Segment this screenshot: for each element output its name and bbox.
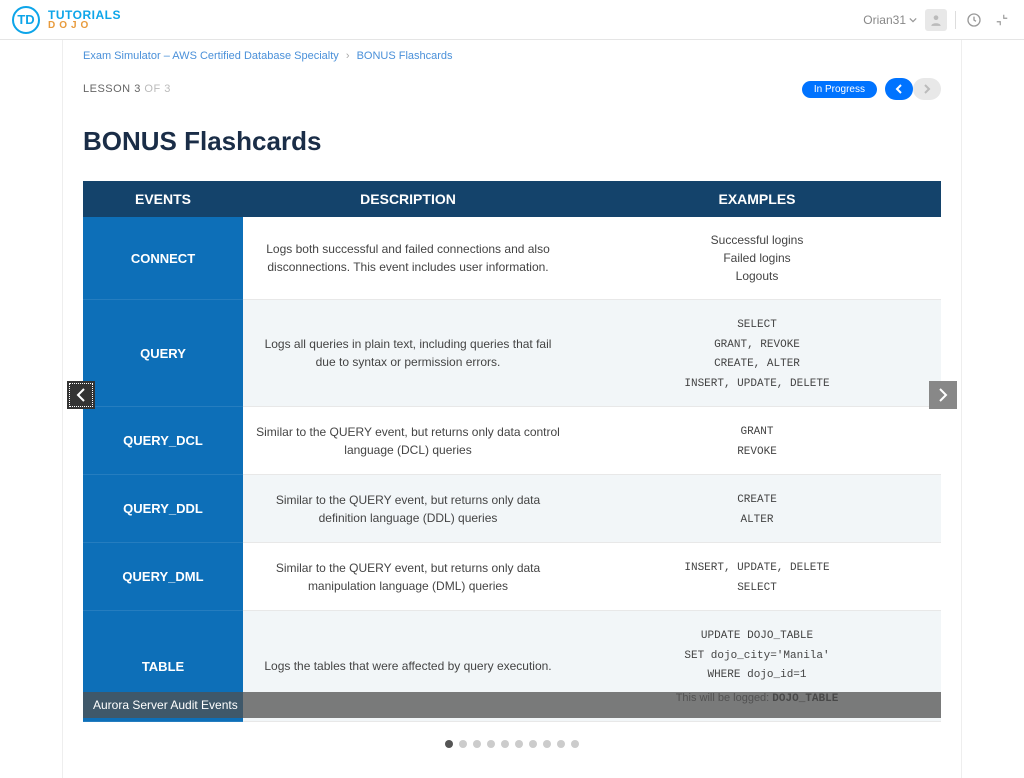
- event-examples: CREATEALTER: [573, 475, 941, 543]
- slider-dot[interactable]: [557, 740, 565, 748]
- event-name: QUERY_DDL: [83, 475, 243, 543]
- event-examples: Successful loginsFailed loginsLogouts: [573, 217, 941, 300]
- chevron-right-icon: [922, 84, 932, 94]
- slider-dot[interactable]: [445, 740, 453, 748]
- chevron-left-icon: [75, 388, 87, 402]
- table-row: QUERY_DMLSimilar to the QUERY event, but…: [83, 543, 941, 611]
- username-label: Orian31: [863, 13, 906, 27]
- page-title: BONUS Flashcards: [63, 118, 961, 181]
- slider-dot[interactable]: [529, 740, 537, 748]
- event-description: Similar to the QUERY event, but returns …: [243, 407, 573, 475]
- divider: [955, 11, 956, 29]
- lesson-indicator: LESSON 3 OF 3: [83, 83, 171, 95]
- slider-dot[interactable]: [473, 740, 481, 748]
- topbar: TD TUTORIALS DOJO Orian31: [0, 0, 1024, 40]
- user-dropdown[interactable]: Orian31: [863, 13, 917, 27]
- lesson-of: OF 3: [144, 83, 170, 95]
- logo[interactable]: TD TUTORIALS DOJO: [12, 6, 121, 34]
- col-header-examples: EXAMPLES: [573, 181, 941, 217]
- table-row: QUERYLogs all queries in plain text, inc…: [83, 300, 941, 407]
- user-menu-group: Orian31: [863, 9, 1012, 31]
- table-row: QUERY_DDLSimilar to the QUERY event, but…: [83, 475, 941, 543]
- content-frame: Exam Simulator – AWS Certified Database …: [62, 40, 962, 778]
- user-icon: [929, 13, 943, 27]
- chevron-right-icon: [937, 388, 949, 402]
- lesson-current: 3: [134, 83, 141, 95]
- next-lesson-button: [913, 78, 941, 100]
- clock-icon: [966, 12, 982, 28]
- event-description: Logs all queries in plain text, includin…: [243, 300, 573, 407]
- col-header-events: EVENTS: [83, 181, 243, 217]
- status-badge: In Progress: [802, 81, 877, 98]
- slider-dot[interactable]: [459, 740, 467, 748]
- prev-lesson-button[interactable]: [885, 78, 913, 100]
- chevron-down-icon: [909, 16, 917, 24]
- logo-text-bottom: DOJO: [48, 21, 121, 31]
- event-description: Similar to the QUERY event, but returns …: [243, 475, 573, 543]
- slider-dot[interactable]: [487, 740, 495, 748]
- logo-circle-icon: TD: [12, 6, 40, 34]
- lesson-nav: In Progress: [802, 78, 941, 100]
- avatar[interactable]: [925, 9, 947, 31]
- event-name: QUERY: [83, 300, 243, 407]
- history-button[interactable]: [964, 10, 984, 30]
- event-examples: INSERT, UPDATE, DELETESELECT: [573, 543, 941, 611]
- slider-prev-button[interactable]: [67, 381, 95, 409]
- event-name: QUERY_DML: [83, 543, 243, 611]
- slider-dot[interactable]: [515, 740, 523, 748]
- event-examples: GRANTREVOKE: [573, 407, 941, 475]
- event-name: CONNECT: [83, 217, 243, 300]
- breadcrumb: Exam Simulator – AWS Certified Database …: [63, 40, 961, 68]
- event-name: QUERY_DCL: [83, 407, 243, 475]
- event-examples: SELECTGRANT, REVOKECREATE, ALTERINSERT, …: [573, 300, 941, 407]
- flashcard-table: EVENTS DESCRIPTION EXAMPLES CONNECTLogs …: [83, 181, 941, 722]
- col-header-description: DESCRIPTION: [243, 181, 573, 217]
- slider-dots: [63, 722, 961, 778]
- collapse-button[interactable]: [992, 10, 1012, 30]
- slider-dot[interactable]: [571, 740, 579, 748]
- lesson-bar: LESSON 3 OF 3 In Progress: [63, 68, 961, 118]
- flashcard-slider: EVENTS DESCRIPTION EXAMPLES CONNECTLogs …: [63, 181, 961, 722]
- collapse-icon: [995, 13, 1009, 27]
- breadcrumb-current: BONUS Flashcards: [357, 50, 453, 62]
- slide-caption: Aurora Server Audit Events: [83, 692, 941, 718]
- lesson-label: LESSON: [83, 83, 131, 95]
- breadcrumb-separator: ›: [346, 50, 350, 62]
- logo-text-top: TUTORIALS: [48, 9, 121, 21]
- breadcrumb-link-course[interactable]: Exam Simulator – AWS Certified Database …: [83, 50, 339, 62]
- table-row: QUERY_DCLSimilar to the QUERY event, but…: [83, 407, 941, 475]
- event-description: Logs both successful and failed connecti…: [243, 217, 573, 300]
- event-description: Similar to the QUERY event, but returns …: [243, 543, 573, 611]
- slider-dot[interactable]: [501, 740, 509, 748]
- table-row: CONNECTLogs both successful and failed c…: [83, 217, 941, 300]
- chevron-left-icon: [894, 84, 904, 94]
- slider-dot[interactable]: [543, 740, 551, 748]
- slider-next-button[interactable]: [929, 381, 957, 409]
